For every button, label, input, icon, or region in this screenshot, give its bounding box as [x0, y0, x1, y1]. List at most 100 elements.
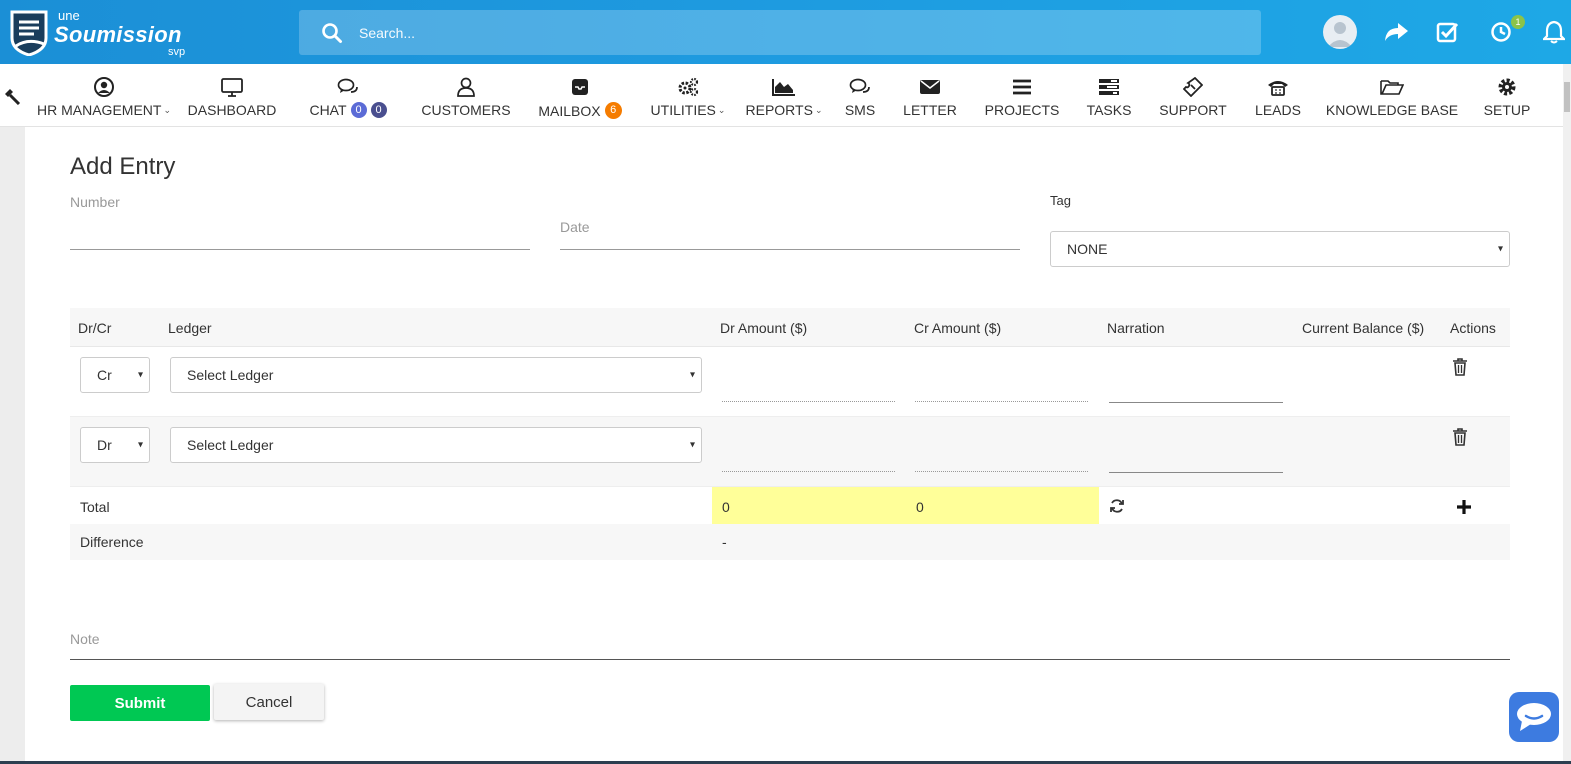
ledger-select[interactable]: Select Ledger ▾ [170, 427, 702, 463]
nav-customers[interactable]: CUSTOMERS [420, 64, 512, 127]
chevron-down-icon: ⌄ [717, 104, 726, 115]
caret-down-icon: ▾ [689, 439, 695, 451]
nav-sms[interactable]: SMS [838, 64, 882, 127]
nav-label: REPORTS [745, 102, 813, 118]
nav-chat[interactable]: CHAT 0 0 [302, 64, 394, 127]
column-header: Current Balance ($) [1302, 320, 1425, 336]
comments-icon [848, 77, 872, 97]
tag-select-value: NONE [1067, 241, 1108, 257]
submit-button[interactable]: Submit [70, 685, 210, 721]
tasks-icon [1097, 77, 1121, 97]
nav-dashboard[interactable]: DASHBOARD [188, 64, 276, 127]
total-row: Total 0 0 [70, 487, 1510, 524]
search-icon[interactable] [321, 22, 343, 44]
difference-value: - [722, 534, 727, 550]
difference-label: Difference [80, 534, 144, 550]
trash-icon[interactable] [1452, 358, 1468, 376]
column-header: Dr Amount ($) [720, 320, 808, 336]
nav-utilities[interactable]: UTILITIES ⌄ [648, 64, 728, 127]
cr-amount-input[interactable] [915, 471, 1088, 472]
refresh-icon[interactable] [1109, 498, 1125, 514]
total-label: Total [80, 499, 110, 515]
chat-badge: 0 [350, 102, 367, 118]
search-bar [299, 10, 1261, 55]
nav-label: SUPPORT [1159, 102, 1227, 118]
live-chat-button[interactable] [1509, 692, 1559, 742]
nav-mailbox[interactable]: MAILBOX 6 [536, 64, 624, 127]
nav-leads[interactable]: LEADS [1252, 64, 1304, 127]
nav-label: KNOWLEDGE BASE [1325, 102, 1459, 118]
nav-letter[interactable]: LETTER [900, 64, 960, 127]
add-entry-card: Add Entry Number Date Tag NONE ▾ Dr/Cr L… [25, 127, 1563, 764]
bell-icon[interactable] [1538, 16, 1570, 48]
nav-label: MAILBOX [538, 102, 601, 119]
mailbox-badge: 6 [604, 102, 622, 119]
nav-label: DASHBOARD [187, 102, 277, 118]
notification-badge: 1 [1511, 15, 1525, 29]
chat-bubble-icon [1517, 703, 1551, 731]
column-header: Actions [1450, 320, 1496, 336]
chat-badge: 0 [370, 102, 387, 118]
ticket-icon [1181, 77, 1205, 97]
scrollbar-thumb[interactable] [1564, 82, 1570, 112]
user-icon [454, 77, 478, 97]
nav-label: SMS [844, 102, 876, 118]
dr-amount-input[interactable] [722, 471, 895, 472]
user-avatar[interactable] [1323, 15, 1357, 49]
search-input[interactable] [359, 10, 1239, 55]
table-row: Dr ▾ Select Ledger ▾ [70, 417, 1510, 487]
drcr-value: Dr [97, 437, 112, 453]
caret-down-icon: ▾ [689, 369, 695, 381]
nav-label: LETTER [903, 102, 957, 118]
checkbox-icon[interactable] [1432, 16, 1464, 48]
drcr-select[interactable]: Dr ▾ [80, 427, 150, 463]
area-chart-icon [772, 77, 796, 97]
nav-hr-management[interactable]: HR MANAGEMENT ⌄ [37, 64, 171, 127]
top-header: une Soumission svp 1 [0, 0, 1571, 64]
table-header: Dr/Cr Ledger Dr Amount ($) Cr Amount ($)… [70, 308, 1510, 347]
folder-open-icon [1380, 77, 1404, 97]
page-title: Add Entry [70, 153, 176, 180]
user-circle-icon [92, 77, 116, 97]
number-label: Number [70, 194, 120, 210]
caret-down-icon: ▾ [137, 439, 143, 451]
dr-amount-input[interactable] [722, 401, 895, 402]
drcr-select[interactable]: Cr ▾ [80, 357, 150, 393]
nav-knowledge-base[interactable]: KNOWLEDGE BASE [1325, 64, 1459, 127]
cog-icon [1495, 77, 1519, 97]
ledger-value: Select Ledger [187, 367, 274, 383]
add-row-icon[interactable] [1456, 499, 1472, 515]
page-scrollbar[interactable] [1563, 64, 1571, 764]
inbox-icon [568, 77, 592, 97]
trash-icon[interactable] [1452, 428, 1468, 446]
difference-row: Difference - [70, 524, 1510, 560]
bars-icon [1010, 77, 1034, 97]
ledger-value: Select Ledger [187, 437, 274, 453]
nav-label: UTILITIES [650, 102, 716, 118]
date-label: Date [560, 219, 590, 235]
date-input[interactable] [560, 249, 1020, 250]
chevron-down-icon: ⌄ [163, 104, 171, 115]
tag-select[interactable]: NONE ▾ [1050, 231, 1510, 267]
envelope-icon [918, 77, 942, 97]
nav-reports[interactable]: REPORTS ⌄ [744, 64, 824, 127]
nav-label: TASKS [1086, 102, 1132, 118]
number-input[interactable] [70, 249, 530, 250]
nav-support[interactable]: SUPPORT [1158, 64, 1228, 127]
nav-tasks[interactable]: TASKS [1084, 64, 1134, 127]
share-icon[interactable] [1380, 16, 1412, 48]
narration-input[interactable] [1109, 402, 1283, 403]
chat-icon [336, 77, 360, 97]
gavel-icon[interactable] [3, 87, 21, 105]
column-header: Ledger [168, 320, 212, 336]
nav-setup[interactable]: SETUP [1482, 64, 1532, 127]
cr-amount-input[interactable] [915, 401, 1088, 402]
ledger-select[interactable]: Select Ledger ▾ [170, 357, 702, 393]
note-input[interactable] [70, 659, 1510, 660]
narration-input[interactable] [1109, 472, 1283, 473]
tag-label: Tag [1050, 193, 1071, 208]
cancel-button[interactable]: Cancel [214, 684, 324, 720]
nav-projects[interactable]: PROJECTS [984, 64, 1060, 127]
brand-logo[interactable]: une Soumission svp [6, 6, 196, 60]
shield-logo-icon [10, 10, 48, 56]
